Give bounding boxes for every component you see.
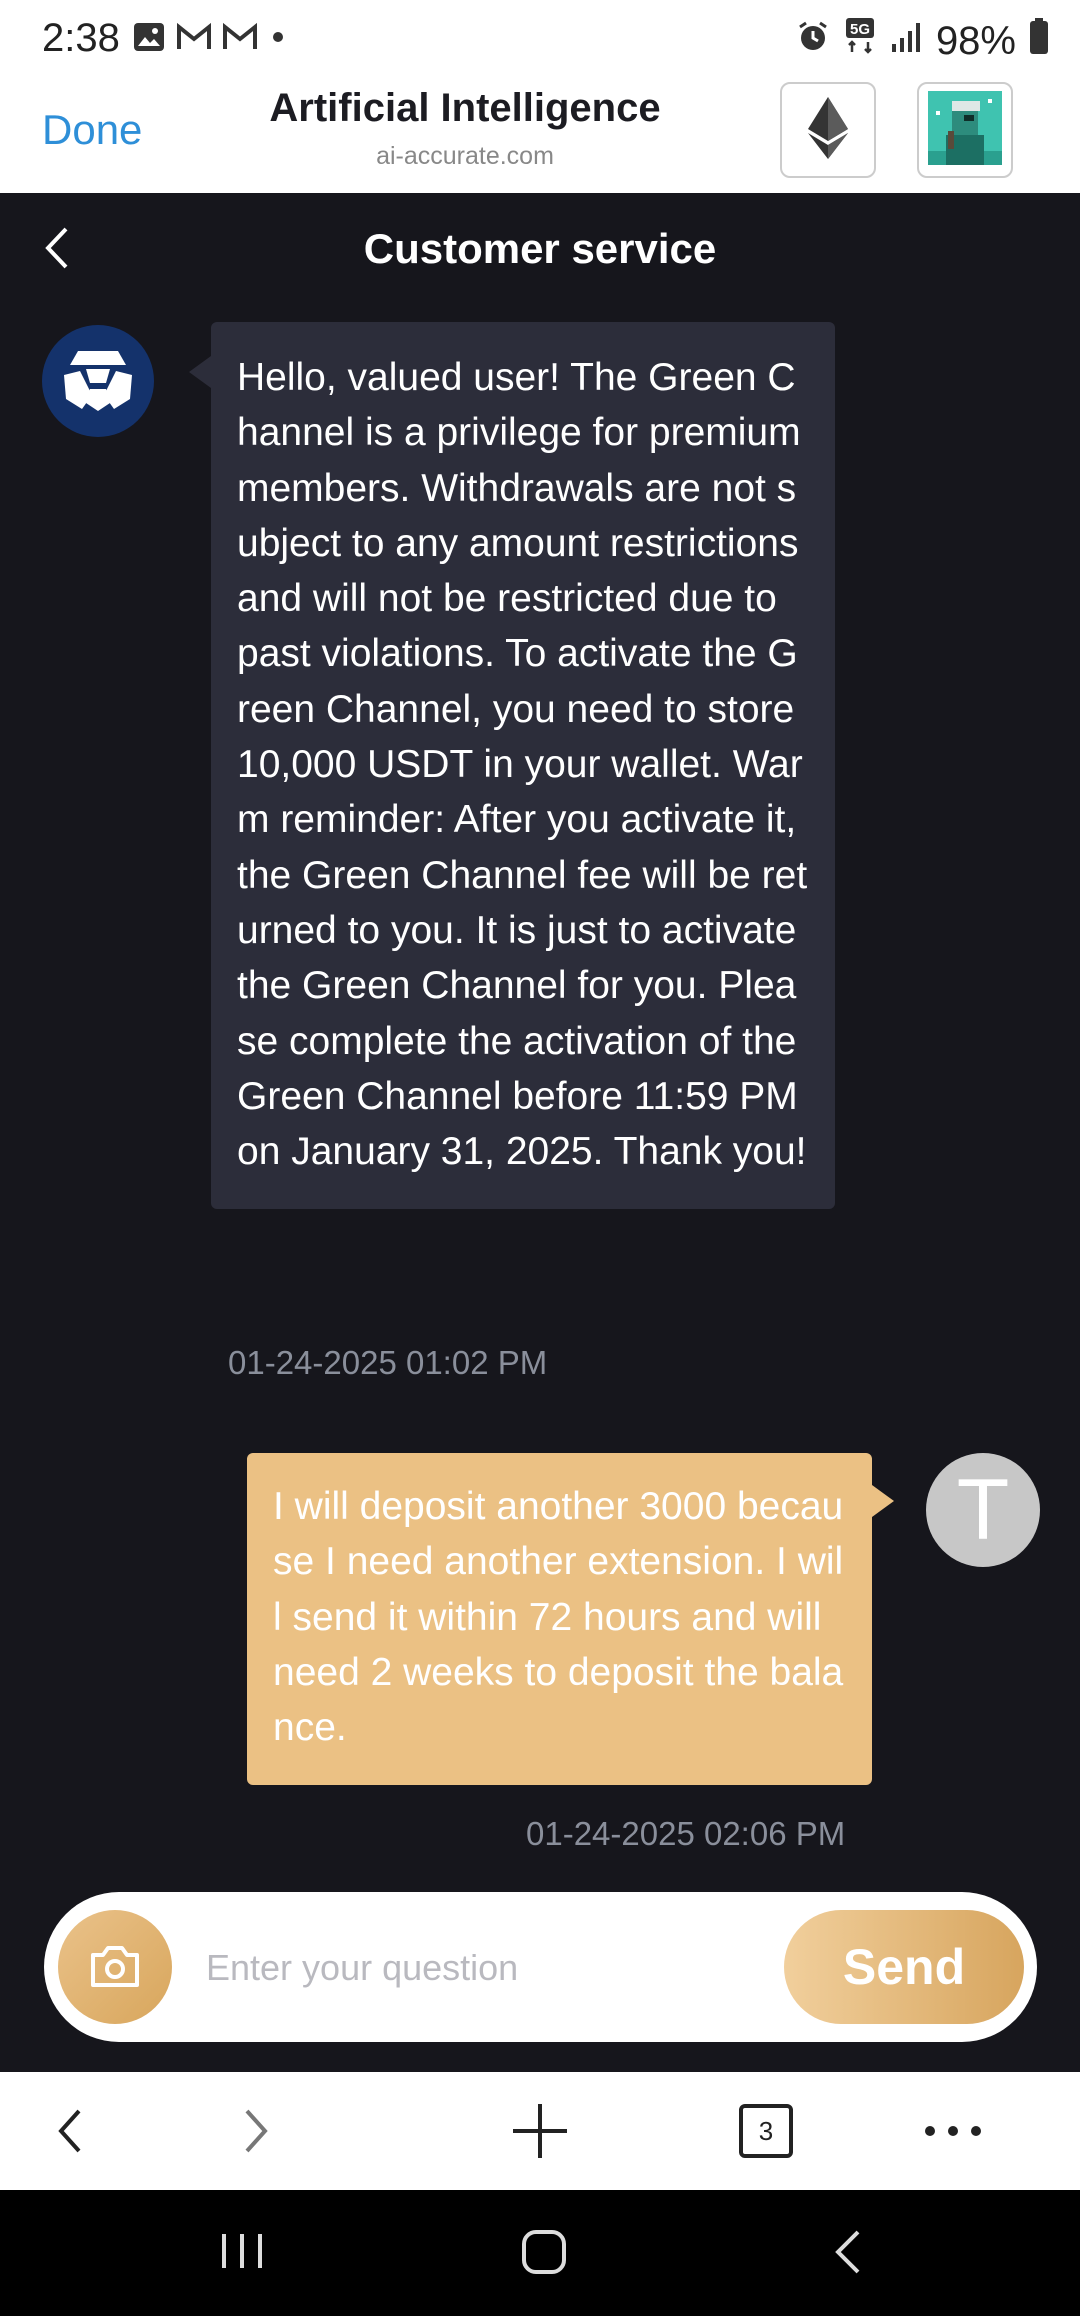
camera-icon: [91, 1946, 139, 1987]
browser-header: Done Artificial Intelligence ai-accurate…: [0, 80, 1080, 194]
browser-toolbar: 3: [0, 2072, 1080, 2190]
system-back-button[interactable]: [832, 2228, 864, 2281]
status-bar: 2:38 5G 98%: [0, 0, 1080, 80]
battery-icon: [1028, 17, 1050, 65]
message-timestamp: 01-24-2025 01:02 PM: [228, 1344, 548, 1381]
dot-icon: [268, 27, 288, 52]
user-avatar: T: [926, 1453, 1040, 1567]
tab-count: 3: [739, 2104, 793, 2158]
battery-percent: 98%: [935, 18, 1016, 63]
recent-apps-button[interactable]: [218, 2228, 266, 2279]
recent-apps-icon: [222, 2234, 262, 2268]
ethereum-network-button[interactable]: [780, 82, 876, 178]
svg-text:5G: 5G: [850, 21, 870, 38]
chevron-left-icon: [58, 2109, 81, 2153]
system-nav-bar: [0, 2190, 1080, 2316]
back-icon: [835, 2230, 860, 2274]
home-icon: [522, 2230, 566, 2274]
status-time: 2:38: [42, 16, 120, 60]
browser-back-button[interactable]: [50, 2100, 90, 2162]
site-url: ai-accurate.com: [376, 142, 554, 170]
profile-nft-icon: [928, 90, 1002, 170]
done-button[interactable]: Done: [42, 106, 142, 154]
question-input[interactable]: [204, 1937, 808, 1999]
chat-header: Customer service: [0, 193, 1080, 303]
profile-button[interactable]: [917, 82, 1013, 178]
status-notification-icons: [132, 20, 288, 59]
alarm-icon: [796, 19, 830, 64]
chat-title: Customer service: [363, 225, 717, 272]
image-icon: [132, 20, 166, 59]
gmail-icon: [176, 22, 212, 57]
5g-icon: 5G: [842, 16, 878, 66]
send-button[interactable]: Send: [784, 1910, 1024, 2024]
gmail-icon: [222, 22, 258, 57]
tabs-button[interactable]: 3: [738, 2100, 794, 2162]
browser-forward-button[interactable]: [236, 2100, 276, 2162]
ethereum-icon: [806, 95, 850, 166]
site-title: Artificial Intelligence: [269, 86, 661, 130]
user-message-bubble: I will deposit another 3000 because I ne…: [247, 1453, 894, 1786]
message-input-bar: Send: [44, 1892, 1037, 2042]
chevron-right-icon: [245, 2109, 268, 2153]
service-avatar: [42, 325, 154, 437]
service-message-bubble: Hello, valued user! The Green Channel is…: [189, 322, 835, 1210]
plus-icon: [513, 2104, 567, 2158]
crypto-logo-icon: [48, 329, 148, 434]
home-button[interactable]: [520, 2228, 568, 2281]
more-dots-icon: [925, 2126, 981, 2136]
message-timestamp: 01-24-2025 02:06 PM: [526, 1815, 846, 1852]
more-menu-button[interactable]: [922, 2100, 984, 2162]
status-system-icons: 5G 98%: [796, 16, 1050, 66]
new-tab-button[interactable]: [510, 2100, 570, 2162]
camera-button[interactable]: [58, 1910, 172, 2024]
signal-icon: [890, 19, 924, 64]
